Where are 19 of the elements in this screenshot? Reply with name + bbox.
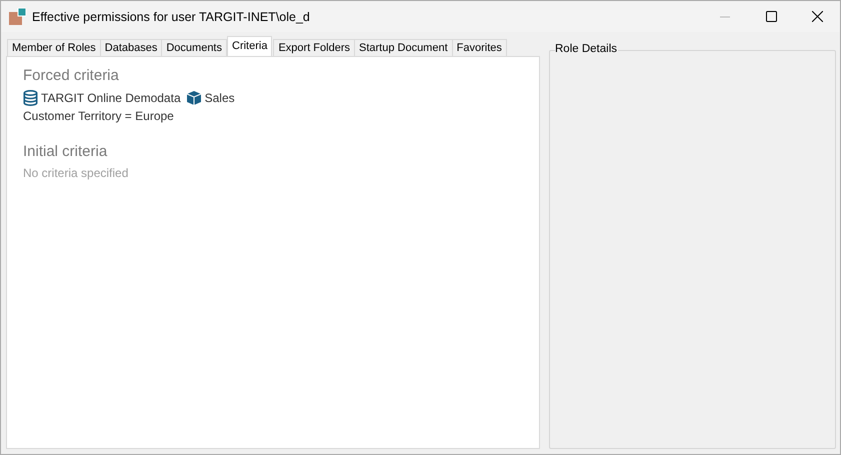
section-heading: Initial criteria <box>23 143 108 160</box>
tab[interactable]: Favorites <box>452 39 507 56</box>
database-icon <box>23 90 38 106</box>
cube-name: Sales <box>204 91 235 105</box>
group-title: Role Details <box>555 43 618 55</box>
window-title: Effective permissions for user TARGIT-INET\ole_d <box>32 10 311 24</box>
tab[interactable]: Startup Document <box>354 39 453 56</box>
criteria-filter: Customer Territory = Europe <box>23 109 175 123</box>
tab[interactable]: Documents <box>161 39 227 56</box>
cube-icon <box>186 90 202 106</box>
tab[interactable]: Criteria <box>227 36 272 56</box>
section-heading: Forced criteria <box>23 67 120 84</box>
app-logo-icon <box>9 8 26 25</box>
maximize-icon <box>766 11 776 22</box>
empty-message: No criteria specified <box>23 166 130 180</box>
tab[interactable]: Export Folders <box>273 39 355 56</box>
database-name: TARGIT Online Demodata <box>41 91 181 105</box>
tab[interactable]: Member of Roles <box>7 39 101 56</box>
close-icon <box>812 11 822 22</box>
